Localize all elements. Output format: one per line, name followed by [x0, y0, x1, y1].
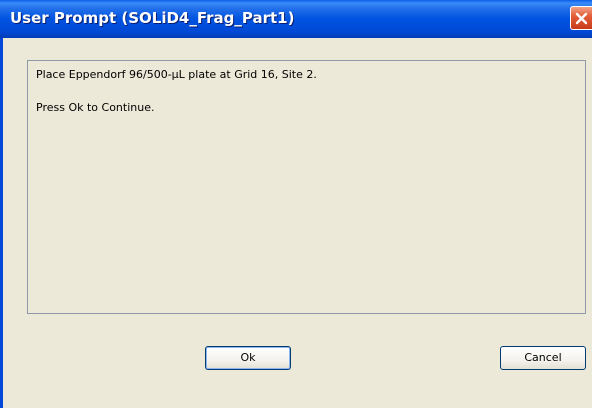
message-instruction: Place Eppendorf 96/500-µL plate at Grid … [36, 68, 317, 81]
ok-button[interactable]: Ok [205, 346, 291, 370]
cancel-button[interactable]: Cancel [500, 346, 586, 370]
message-box: Place Eppendorf 96/500-µL plate at Grid … [27, 60, 586, 314]
message-continue-hint: Press Ok to Continue. [36, 101, 155, 114]
title-bar[interactable]: User Prompt (SOLiD4_Frag_Part1) [0, 0, 592, 38]
window-frame-left [0, 38, 3, 408]
user-prompt-dialog: User Prompt (SOLiD4_Frag_Part1) Place Ep… [0, 0, 592, 408]
close-button[interactable] [570, 6, 592, 30]
window-title: User Prompt (SOLiD4_Frag_Part1) [10, 9, 295, 27]
close-icon [575, 12, 588, 25]
